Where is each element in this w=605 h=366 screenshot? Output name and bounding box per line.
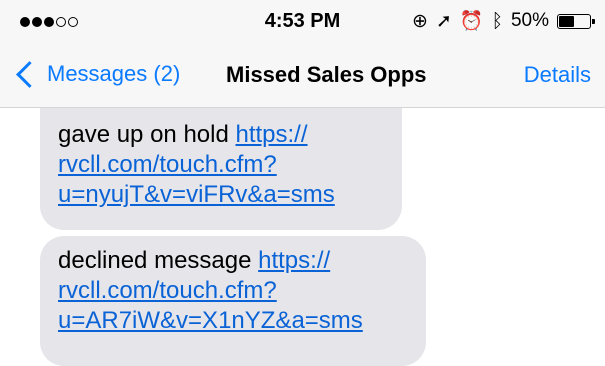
status-bar: 4:53 PM ⊕ ➚ ⏰ ᛒ 50% bbox=[0, 0, 605, 46]
chevron-left-icon bbox=[16, 60, 43, 88]
alarm-icon: ⏰ bbox=[459, 10, 484, 32]
rotation-lock-icon: ⊕ bbox=[412, 10, 428, 32]
battery-fill bbox=[559, 15, 574, 27]
conversation-title: Missed Sales Opps bbox=[226, 62, 427, 87]
message-text: gave up on hold bbox=[58, 121, 236, 148]
location-arrow-icon: ➚ bbox=[435, 10, 452, 32]
battery-percent: 50% bbox=[510, 10, 549, 31]
navigation-bar: Messages (2) Missed Sales Opps Details bbox=[0, 48, 605, 104]
top-bar: 4:53 PM ⊕ ➚ ⏰ ᛒ 50% Messages (2) Missed … bbox=[0, 0, 605, 108]
message-bubble: gave up on hold https://rvcll.com/touch.… bbox=[40, 108, 402, 230]
bluetooth-icon: ᛒ bbox=[491, 10, 503, 32]
back-button[interactable]: Messages (2) bbox=[14, 60, 181, 88]
message-text: declined message bbox=[58, 247, 259, 274]
battery-icon bbox=[557, 13, 595, 29]
details-button[interactable]: Details bbox=[524, 62, 591, 88]
status-icons: ⊕ ➚ ⏰ ᛒ 50% bbox=[412, 10, 595, 32]
back-label: Messages (2) bbox=[47, 61, 181, 86]
